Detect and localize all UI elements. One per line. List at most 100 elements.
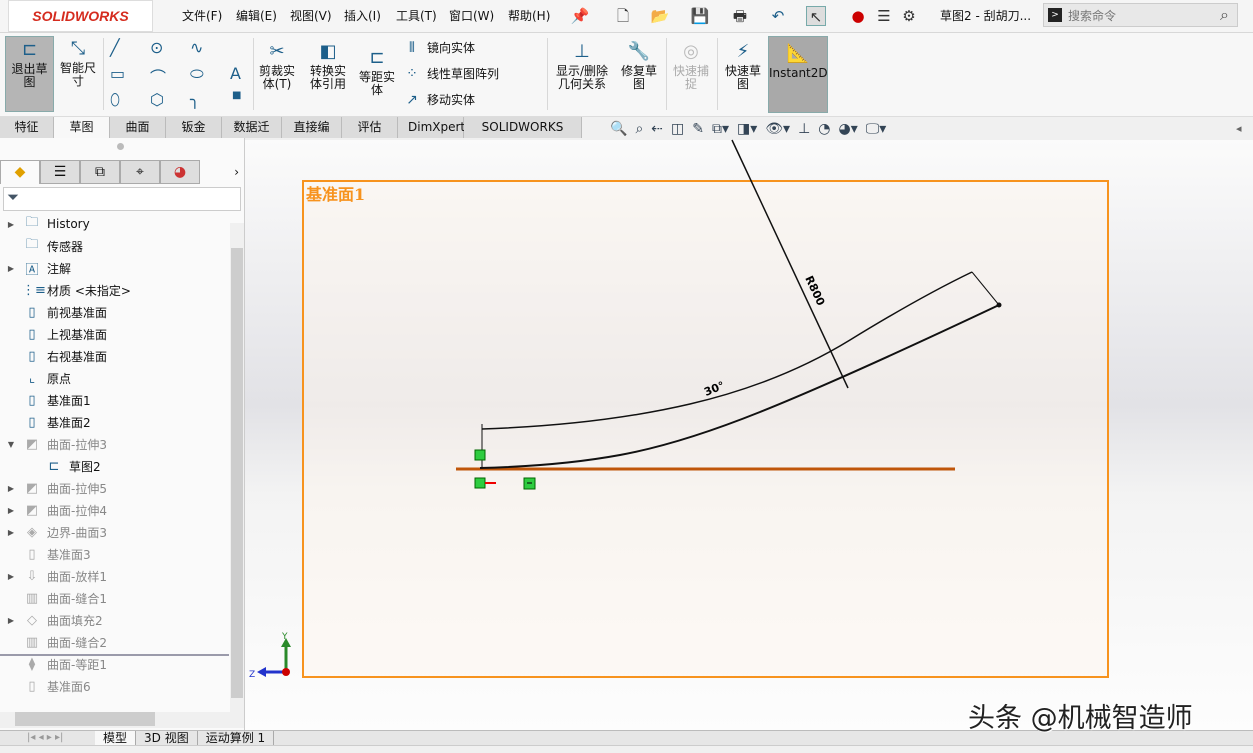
triad-z-arrow xyxy=(257,667,266,677)
surface-loft-icon: ⇩ xyxy=(26,568,38,584)
plane-icon: ▯ xyxy=(28,326,36,342)
tree-item[interactable]: ▯ 基准面2 xyxy=(0,411,230,433)
tree-item-label: 曲面填充2 xyxy=(47,613,103,628)
tree-item[interactable]: ▯ 基准面1 xyxy=(0,389,230,411)
tab-model[interactable]: 模型 xyxy=(95,731,137,745)
tree-item[interactable]: ⌞ 原点 xyxy=(0,367,230,389)
tree-horizontal-scrollbar[interactable] xyxy=(0,712,244,728)
tree-item-label: 基准面6 xyxy=(47,679,91,694)
surface-knit-icon: ▥ xyxy=(25,590,39,606)
tree-item[interactable]: ▶ 🗀 History xyxy=(0,213,230,235)
tab-motion-study[interactable]: 运动算例 1 xyxy=(198,731,275,745)
tree-item-label: 边界-曲面3 xyxy=(47,525,107,540)
tab-scroll-arrows-icon[interactable]: |◂ ◂ ▸ ▸| xyxy=(0,731,95,745)
tree-item[interactable]: ▶ 🄰 注解 xyxy=(0,257,230,279)
expand-arrow-icon[interactable]: ▶ xyxy=(0,528,22,537)
tree-item-label: 原点 xyxy=(47,371,72,386)
surface-extrude-icon: ◩ xyxy=(25,502,39,518)
plane-icon: ▯ xyxy=(28,678,36,694)
tree-item-label: 曲面-拉伸3 xyxy=(47,437,107,452)
tree-item-label: 草图2 xyxy=(69,459,101,474)
tree-item-label: 注解 xyxy=(47,261,72,276)
tree-item[interactable]: ▯ 前视基准面 xyxy=(0,301,230,323)
property-manager-tab-icon[interactable]: ☰ xyxy=(40,160,80,184)
annotation-folder-icon: 🄰 xyxy=(25,262,39,278)
dimxpert-manager-tab-icon[interactable]: ⌖ xyxy=(120,160,160,184)
tree-item-label: 上视基准面 xyxy=(47,327,108,342)
tree-item-label: 右视基准面 xyxy=(47,349,108,364)
surface-fill-icon: ◇ xyxy=(27,612,37,628)
scrollbar-thumb[interactable] xyxy=(231,248,243,698)
sensor-folder-icon: 🗀 xyxy=(25,237,39,252)
tree-item[interactable]: ▼ ◩ 曲面-拉伸3 xyxy=(0,433,230,455)
expand-arrow-icon[interactable]: ▶ xyxy=(0,264,22,273)
expand-arrow-icon[interactable]: ▶ xyxy=(0,220,22,229)
tree-item[interactable]: ⊏ 草图2 xyxy=(0,455,230,477)
expand-arrow-icon[interactable]: ▶ xyxy=(0,572,22,581)
tree-item[interactable]: ▯ 上视基准面 xyxy=(0,323,230,345)
tree-item[interactable]: ⋮≡ 材质 <未指定> xyxy=(0,279,230,301)
feature-manager-tab-icon[interactable]: ◆ xyxy=(0,160,40,184)
relation-fix-icon[interactable] xyxy=(474,477,486,489)
expand-arrow-icon[interactable]: ▶ xyxy=(0,616,22,625)
display-manager-tab-icon[interactable]: ◕ xyxy=(160,160,200,184)
feature-manager-panel: ◆ ☰ ⧉ ⌖ ◕ › ⏷ ▶ 🗀 History 🗀 传感器 ▶ 🄰 注解 ⋮≡ 材质 <未指定… xyxy=(0,138,245,730)
plane-icon: ▯ xyxy=(28,304,36,320)
sketch-icon: ⊏ xyxy=(48,458,60,474)
tree-item-label: 曲面-拉伸5 xyxy=(47,481,107,496)
status-bar xyxy=(0,745,1253,753)
history-folder-icon: 🗀 xyxy=(25,215,39,230)
plane-icon: ▯ xyxy=(28,546,36,562)
tree-item[interactable]: ▯ 基准面6 xyxy=(0,675,230,697)
tree-item[interactable]: ▥ 曲面-缝合2 xyxy=(0,631,230,653)
tree-item-label: 基准面3 xyxy=(47,547,91,562)
plane-boundary[interactable] xyxy=(302,180,1109,678)
triad-y-label: Y xyxy=(281,632,288,642)
plane-icon: ▯ xyxy=(28,348,36,364)
tree-item-label: 曲面-拉伸4 xyxy=(47,503,107,518)
material-icon: ⋮≡ xyxy=(22,282,46,298)
sketch-endpoint[interactable] xyxy=(996,302,1002,308)
origin-icon: ⌞ xyxy=(28,370,36,386)
surface-offset-icon: ⧫ xyxy=(28,656,36,672)
triad-origin xyxy=(282,668,290,676)
watermark: 头条 @机械智造师 xyxy=(968,703,1193,734)
expand-arrow-icon[interactable]: ▶ xyxy=(0,484,22,493)
tab-3d-view[interactable]: 3D 视图 xyxy=(136,731,198,745)
tree-item-label: 前视基准面 xyxy=(47,305,108,320)
panel-splitter-handle[interactable] xyxy=(117,143,124,150)
panel-tabs: ◆ ☰ ⧉ ⌖ ◕ › xyxy=(0,160,245,184)
tree-item[interactable]: ▯ 右视基准面 xyxy=(0,345,230,367)
surface-extrude-icon: ◩ xyxy=(25,436,39,452)
tree-item-label: 曲面-等距1 xyxy=(47,657,107,672)
tree-item-label: 基准面2 xyxy=(47,415,91,430)
tree-item[interactable]: ▯ 基准面3 xyxy=(0,543,230,565)
rollback-bar[interactable] xyxy=(0,654,229,656)
tree-item[interactable]: ▥ 曲面-缝合1 xyxy=(0,587,230,609)
scrollbar-thumb[interactable] xyxy=(15,712,155,726)
expand-arrow-icon[interactable]: ▶ xyxy=(0,506,22,515)
plane-icon: ▯ xyxy=(28,414,36,430)
tree-item[interactable]: ▶ ⇩ 曲面-放样1 xyxy=(0,565,230,587)
tree-item[interactable]: ▶ ◩ 曲面-拉伸4 xyxy=(0,499,230,521)
tree-item[interactable]: ⧫ 曲面-等距1 xyxy=(0,653,230,675)
triad-z-label: Z xyxy=(249,670,255,680)
tree-item-label: 曲面-缝合1 xyxy=(47,591,107,606)
boundary-surface-icon: ◈ xyxy=(27,524,37,540)
surface-extrude-icon: ◩ xyxy=(25,480,39,496)
tree-item-label: 材质 <未指定> xyxy=(47,283,131,298)
filter-icon: ⏷ xyxy=(7,188,20,206)
expand-arrow-icon[interactable]: ▼ xyxy=(0,440,22,449)
configuration-manager-tab-icon[interactable]: ⧉ xyxy=(80,160,120,184)
chevron-right-icon[interactable]: › xyxy=(200,160,245,184)
plane-label: 基准面1 xyxy=(305,185,365,204)
relation-coincident-icon[interactable] xyxy=(474,449,486,461)
tree-item-label: 曲面-放样1 xyxy=(47,569,107,584)
tree-item[interactable]: 🗀 传感器 xyxy=(0,235,230,257)
surface-knit-icon: ▥ xyxy=(25,634,39,650)
tree-item[interactable]: ▶ ◇ 曲面填充2 xyxy=(0,609,230,631)
tree-item[interactable]: ▶ ◩ 曲面-拉伸5 xyxy=(0,477,230,499)
filter-input[interactable]: ⏷ xyxy=(3,187,241,211)
tree-item-label: 基准面1 xyxy=(47,393,91,408)
tree-item[interactable]: ▶ ◈ 边界-曲面3 xyxy=(0,521,230,543)
